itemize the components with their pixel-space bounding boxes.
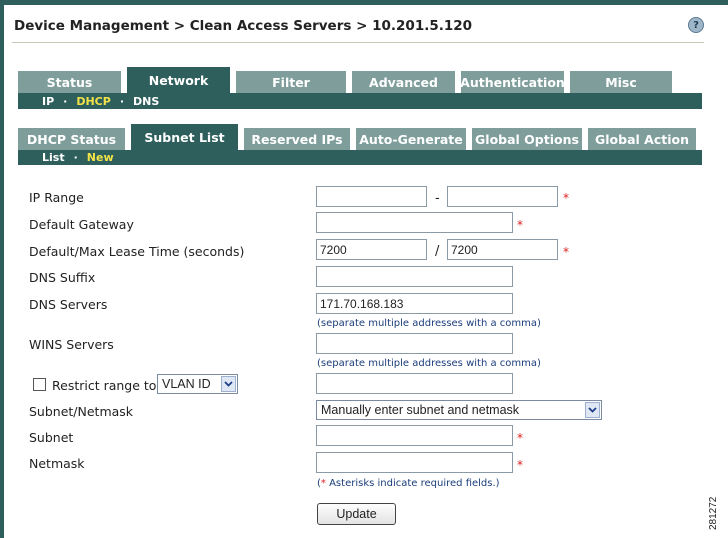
default-lease-input[interactable]: 7200 [316, 239, 427, 260]
subnav-separator: · [73, 151, 78, 164]
tab-subnet-list[interactable]: Subnet List [131, 124, 238, 150]
subnav-new[interactable]: New [87, 151, 114, 164]
subnet-netmask-label: Subnet/Netmask [29, 404, 134, 419]
wins-servers-hint: (separate multiple addresses with a comm… [317, 358, 541, 369]
tab-misc[interactable]: Misc [570, 71, 672, 93]
lease-time-label: Default/Max Lease Time (seconds) [29, 244, 245, 259]
subnet-input[interactable] [316, 425, 513, 446]
tab-network[interactable]: Network [127, 67, 230, 93]
required-star: * [517, 218, 523, 232]
update-button[interactable]: Update [317, 503, 396, 525]
dns-servers-hint: (separate multiple addresses with a comm… [317, 318, 541, 329]
required-note-text: Asterisks indicate required fields.) [329, 478, 500, 489]
subnav-list[interactable]: List [42, 151, 65, 164]
subnet-netmask-select-value: Manually enter subnet and netmask [321, 403, 520, 417]
required-note: (* Asterisks indicate required fields.) [317, 478, 500, 489]
required-star: * [563, 245, 569, 259]
left-border [0, 0, 4, 538]
max-lease-input[interactable]: 7200 [447, 239, 558, 260]
dns-servers-label: DNS Servers [29, 297, 108, 312]
dns-suffix-input[interactable] [316, 266, 513, 287]
restrict-range-select-value: VLAN ID [162, 377, 211, 391]
subnet-subnav: List · New [18, 150, 702, 165]
chevron-down-icon [585, 402, 600, 418]
tab-status[interactable]: Status [18, 71, 121, 93]
help-icon[interactable]: ? [688, 17, 704, 33]
restrict-range-checkbox[interactable] [33, 378, 46, 391]
dns-suffix-label: DNS Suffix [29, 270, 96, 285]
top-border [0, 0, 728, 5]
chevron-down-icon [221, 376, 236, 392]
tab-advanced[interactable]: Advanced [352, 71, 455, 93]
tab-global-options[interactable]: Global Options [472, 128, 582, 150]
lease-slash: / [435, 244, 440, 259]
subnet-netmask-select[interactable]: Manually enter subnet and netmask [316, 400, 602, 420]
page-title: Device Management > Clean Access Servers… [14, 18, 473, 34]
subnav-dns[interactable]: DNS [133, 95, 159, 108]
ip-range-end-input[interactable] [447, 186, 558, 207]
tab-global-action[interactable]: Global Action [588, 128, 696, 150]
network-subnav: IP · DHCP · DNS [18, 93, 702, 109]
netmask-input[interactable] [316, 452, 513, 473]
title-divider [12, 42, 704, 43]
tab-dhcp-status[interactable]: DHCP Status [18, 128, 125, 150]
subnav-dhcp[interactable]: DHCP [76, 95, 110, 108]
netmask-label: Netmask [29, 456, 85, 471]
main-tab-bar: Status Network Filter Advanced Authentic… [18, 67, 678, 93]
page-frame: Device Management > Clean Access Servers… [0, 0, 728, 538]
dhcp-tab-bar: DHCP Status Subnet List Reserved IPs Aut… [18, 124, 696, 150]
restrict-range-label: Restrict range to [52, 378, 157, 393]
required-star: * [517, 458, 523, 472]
tab-auto-generate[interactable]: Auto-Generate [356, 128, 466, 150]
tab-filter[interactable]: Filter [236, 71, 346, 93]
restrict-range-input[interactable] [316, 373, 513, 394]
default-gateway-label: Default Gateway [29, 217, 134, 232]
wins-servers-input[interactable] [316, 333, 513, 354]
subnav-separator: · [63, 94, 68, 108]
dns-servers-input[interactable]: 171.70.168.183 [316, 293, 513, 314]
range-dash: - [435, 191, 440, 206]
tab-reserved-ips[interactable]: Reserved IPs [244, 128, 350, 150]
required-star: * [517, 431, 523, 445]
required-star: * [563, 191, 569, 205]
wins-servers-label: WINS Servers [29, 337, 114, 352]
ip-range-label: IP Range [29, 190, 84, 205]
ip-range-start-input[interactable] [316, 186, 427, 207]
tab-authentication[interactable]: Authentication [460, 71, 565, 93]
subnet-label: Subnet [29, 430, 74, 445]
subnav-ip[interactable]: IP [42, 95, 54, 108]
figure-id: 281272 [708, 496, 719, 530]
default-gateway-input[interactable] [316, 212, 513, 233]
subnav-separator: · [119, 94, 125, 108]
restrict-range-select[interactable]: VLAN ID [157, 374, 238, 394]
required-note-star: * [320, 478, 326, 489]
